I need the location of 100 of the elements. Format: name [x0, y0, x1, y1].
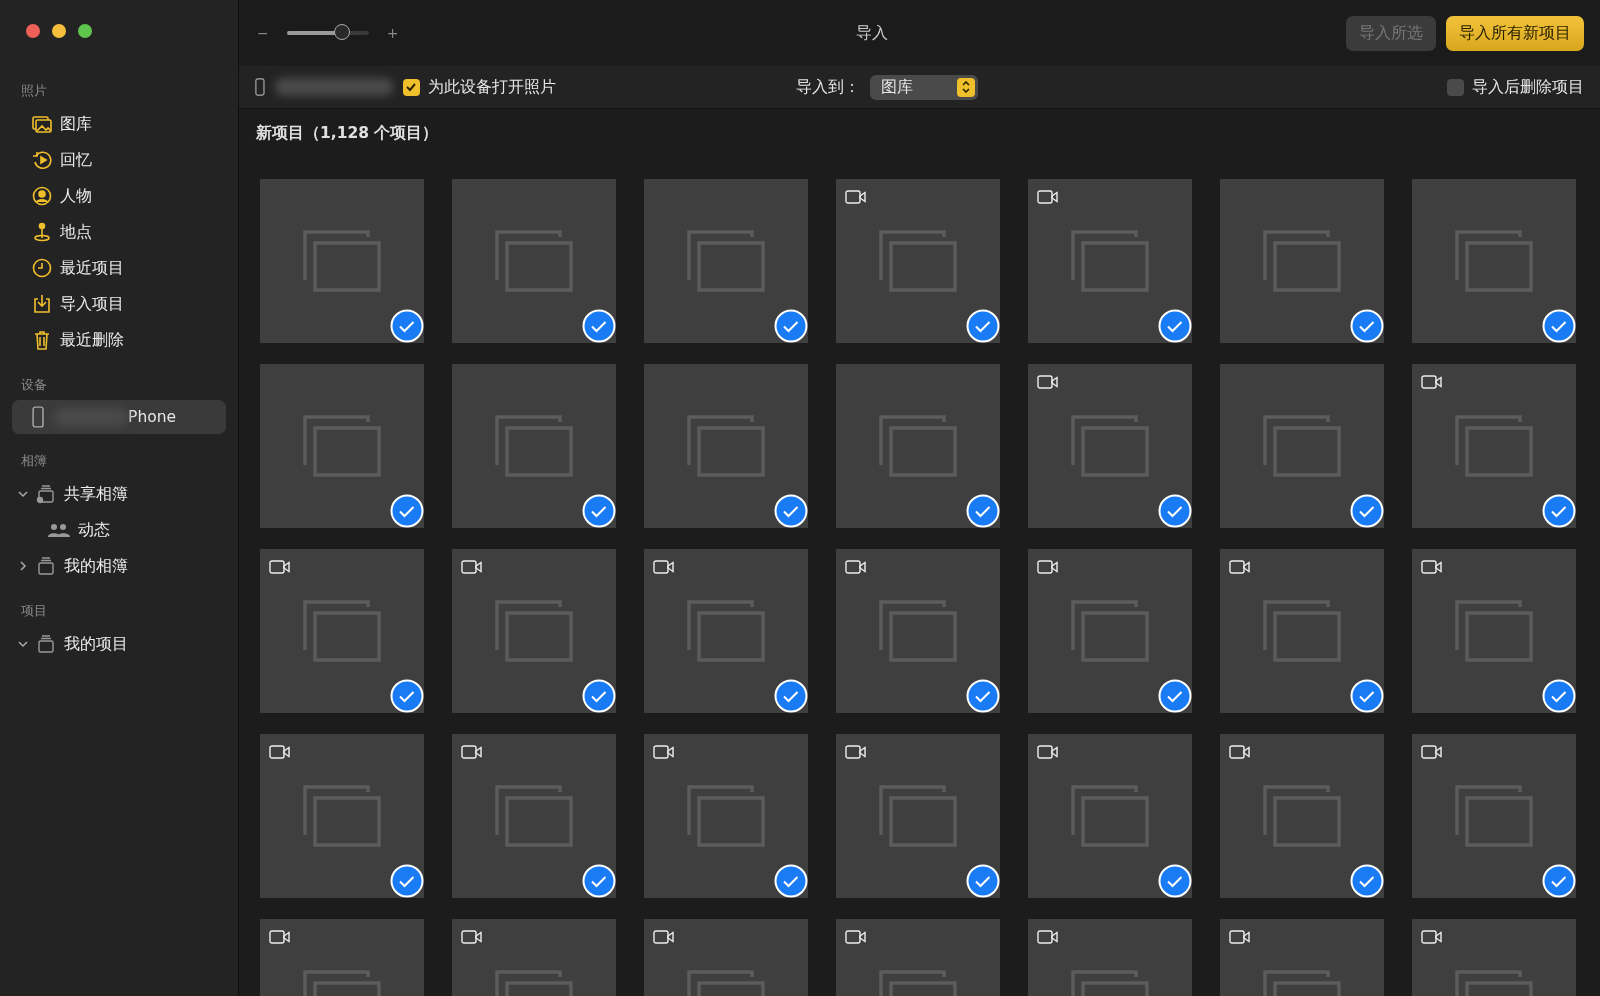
- video-icon: [1421, 375, 1443, 389]
- check-icon[interactable]: [966, 494, 1000, 528]
- check-icon[interactable]: [582, 494, 616, 528]
- check-icon[interactable]: [1542, 679, 1576, 713]
- zoom-in-label[interactable]: +: [386, 25, 399, 41]
- video-icon: [845, 930, 867, 944]
- photo-tile[interactable]: [260, 734, 424, 898]
- destination-select[interactable]: 图库: [869, 74, 978, 100]
- checkbox[interactable]: [402, 78, 420, 96]
- sidebar-item[interactable]: 动态: [12, 512, 226, 548]
- check-icon[interactable]: [966, 309, 1000, 343]
- photo-tile[interactable]: [452, 179, 616, 343]
- sidebar-item[interactable]: 最近项目: [12, 250, 226, 286]
- photo-tile[interactable]: [644, 364, 808, 528]
- sidebar-item[interactable]: 回忆: [12, 142, 226, 178]
- check-icon[interactable]: [1542, 309, 1576, 343]
- check-icon[interactable]: [1542, 864, 1576, 898]
- video-icon: [653, 930, 675, 944]
- album-icon: [36, 556, 56, 576]
- photo-tile[interactable]: [1220, 364, 1384, 528]
- photo-tile[interactable]: [452, 734, 616, 898]
- sidebar-item[interactable]: 我的项目: [12, 626, 226, 662]
- placeholder-icon: [878, 415, 958, 477]
- photo-tile[interactable]: [260, 364, 424, 528]
- check-icon[interactable]: [1542, 494, 1576, 528]
- photo-tile[interactable]: [836, 179, 1000, 343]
- photo-tile[interactable]: [1028, 734, 1192, 898]
- photo-tile[interactable]: [260, 179, 424, 343]
- check-icon[interactable]: [1350, 309, 1384, 343]
- check-icon[interactable]: [1158, 494, 1192, 528]
- placeholder-icon: [878, 600, 958, 662]
- sidebar-item[interactable]: 我的相簿: [12, 548, 226, 584]
- check-icon[interactable]: [390, 679, 424, 713]
- check-icon[interactable]: [1350, 679, 1384, 713]
- check-icon[interactable]: [774, 679, 808, 713]
- check-icon[interactable]: [774, 494, 808, 528]
- chevron-icon[interactable]: [18, 561, 28, 571]
- check-icon[interactable]: [390, 309, 424, 343]
- zoom-out-label[interactable]: −: [257, 25, 269, 41]
- placeholder-icon: [1262, 230, 1342, 292]
- check-icon[interactable]: [390, 864, 424, 898]
- section-title: 照片: [20, 82, 48, 100]
- check-icon[interactable]: [1158, 679, 1192, 713]
- chevron-icon[interactable]: [18, 639, 28, 649]
- placeholder-icon: [1070, 230, 1150, 292]
- photo-tile[interactable]: [1220, 179, 1384, 343]
- check-icon[interactable]: [966, 864, 1000, 898]
- photo-tile[interactable]: [1028, 549, 1192, 713]
- check-icon[interactable]: [582, 309, 616, 343]
- chevron-icon[interactable]: [18, 489, 28, 499]
- zoom-button[interactable]: [78, 24, 92, 38]
- photo-tile[interactable]: [644, 179, 808, 343]
- placeholder-icon: [878, 785, 958, 847]
- photo-tile[interactable]: [836, 734, 1000, 898]
- photo-tile[interactable]: [644, 734, 808, 898]
- replay-icon: [32, 150, 52, 170]
- photo-tile[interactable]: [1028, 179, 1192, 343]
- video-icon: [1037, 930, 1059, 944]
- check-icon[interactable]: [582, 864, 616, 898]
- check-icon[interactable]: [774, 864, 808, 898]
- photo-tile[interactable]: [1028, 364, 1192, 528]
- sidebar-item[interactable]: 最近删除: [12, 322, 226, 358]
- photo-tile[interactable]: [1220, 734, 1384, 898]
- device-name: Phone: [128, 408, 177, 426]
- sidebar-item[interactable]: 共享相簿: [12, 476, 226, 512]
- check-icon[interactable]: [1350, 494, 1384, 528]
- sidebar-item[interactable]: 导入项目: [12, 286, 226, 322]
- check-icon[interactable]: [774, 309, 808, 343]
- photo-tile[interactable]: [1412, 734, 1576, 898]
- device-item[interactable]: Phone: [12, 400, 226, 434]
- photo-tile[interactable]: [1412, 549, 1576, 713]
- close-button[interactable]: [26, 24, 40, 38]
- sidebar-item[interactable]: 图库: [12, 106, 226, 142]
- minimize-button[interactable]: [52, 24, 66, 38]
- phone-icon: [32, 406, 45, 428]
- placeholder-icon: [1454, 230, 1534, 292]
- photo-tile[interactable]: [836, 549, 1000, 713]
- photo-tile[interactable]: [452, 364, 616, 528]
- check-icon[interactable]: [1158, 864, 1192, 898]
- check-icon[interactable]: [1350, 864, 1384, 898]
- sidebar-item[interactable]: 人物: [12, 178, 226, 214]
- checkbox[interactable]: [1447, 78, 1464, 96]
- trash-icon: [32, 330, 52, 350]
- sidebar-item[interactable]: 地点: [12, 214, 226, 250]
- photo-tile[interactable]: [644, 549, 808, 713]
- photo-tile[interactable]: [1412, 364, 1576, 528]
- placeholder-icon: [1454, 600, 1534, 662]
- check-icon[interactable]: [582, 679, 616, 713]
- section-title: 设备: [20, 376, 48, 394]
- placeholder-icon: [302, 600, 382, 662]
- photo-tile[interactable]: [1220, 549, 1384, 713]
- photo-tile[interactable]: [260, 549, 424, 713]
- person-icon: [32, 186, 52, 206]
- check-icon[interactable]: [966, 679, 1000, 713]
- import-button[interactable]: 导入所有新项目: [1446, 15, 1584, 51]
- photo-tile[interactable]: [1412, 179, 1576, 343]
- check-icon[interactable]: [1158, 309, 1192, 343]
- photo-tile[interactable]: [836, 364, 1000, 528]
- photo-tile[interactable]: [452, 549, 616, 713]
- check-icon[interactable]: [390, 494, 424, 528]
